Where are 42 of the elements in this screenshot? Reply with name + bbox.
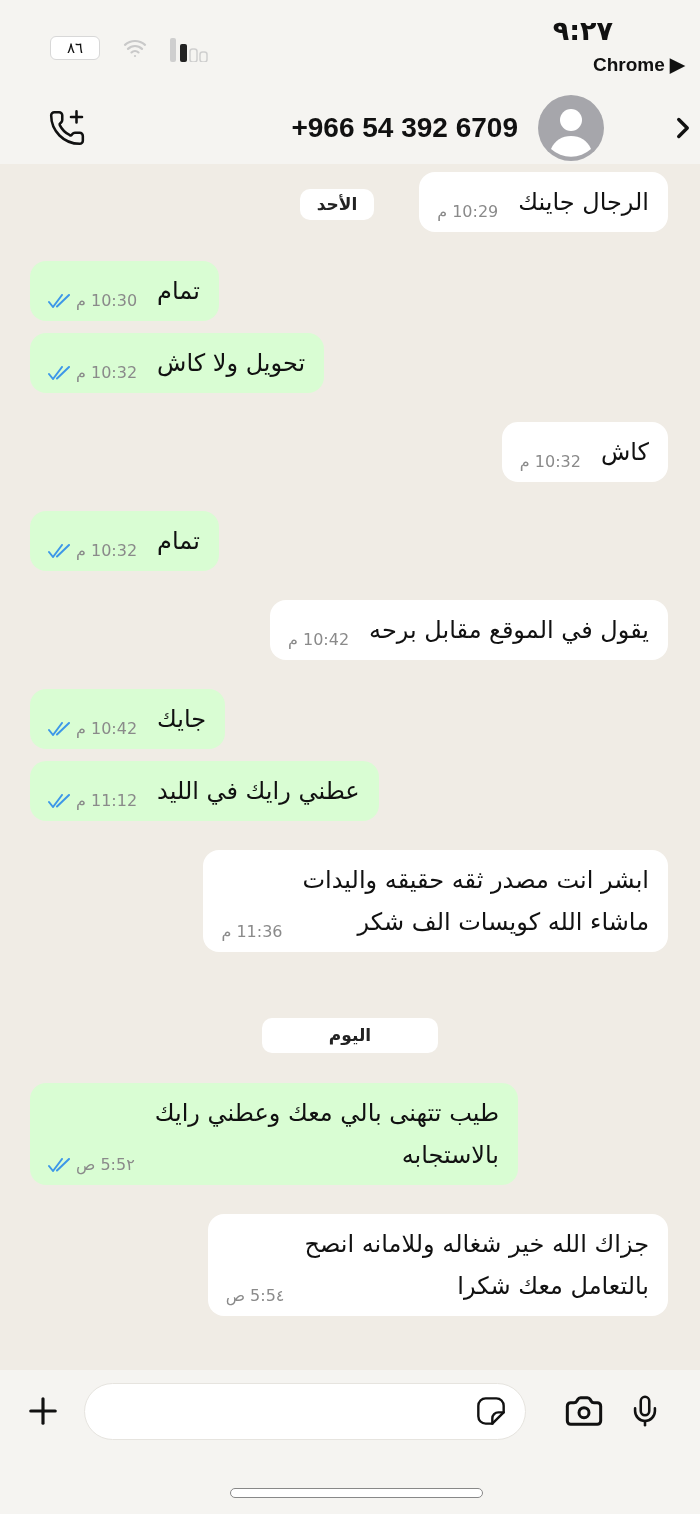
return-app-link[interactable]: Chrome ▶ bbox=[592, 54, 685, 76]
message-bubble[interactable]: عطني رايك في الليد 11:12 م bbox=[30, 761, 379, 821]
date-chip: الأحد bbox=[300, 189, 374, 220]
message-time: 5:5٤ ص bbox=[225, 1286, 285, 1306]
message-text: عطني رايك في الليد bbox=[157, 776, 360, 807]
sticker-icon[interactable] bbox=[475, 1395, 507, 1427]
message-bubble[interactable]: يقول في الموقع مقابل برحه 10:42 م bbox=[269, 600, 668, 660]
message-time: 10:32 م bbox=[76, 541, 138, 561]
message-text: طيب تتهنى بالي معك وعطني رايك بالاستجابه bbox=[154, 1098, 500, 1171]
message-text: ابشر انت مصدر ثقه حقيقه واليدات ماشاء الله كويسات الف شكر bbox=[302, 865, 649, 938]
signal-bars-icon bbox=[170, 38, 208, 62]
message-bubble[interactable]: جزاك الله خير شغاله وللامانه انصح بالتعامل معك شكرا 5:5٤ ص bbox=[207, 1214, 668, 1316]
message-bubble[interactable]: تحويل ولا كاش 10:32 م bbox=[30, 333, 325, 393]
message-time: 11:12 م bbox=[76, 791, 138, 811]
message-time: 5:5٢ ص bbox=[76, 1155, 135, 1175]
message-text: جزاك الله خير شغاله وللامانه انصح بالتعامل معك شكرا bbox=[304, 1229, 649, 1302]
message-time: 10:29 م bbox=[437, 202, 499, 222]
message-time: 10:32 م bbox=[76, 363, 138, 383]
battery-indicator: ٨٦ bbox=[50, 36, 100, 60]
contact-name[interactable]: +966 54 392 6709 bbox=[291, 107, 518, 149]
message-bubble[interactable]: الرجال جاينك 10:29 م bbox=[419, 172, 668, 232]
message-time: 10:42 م bbox=[76, 719, 138, 739]
message-text: جايك bbox=[157, 704, 207, 735]
message-text: كاش bbox=[600, 437, 649, 468]
status-time: ٩:٢٧ bbox=[552, 14, 613, 48]
message-bubble[interactable]: ابشر انت مصدر ثقه حقيقه واليدات ماشاء الله كويسات الف شكر 11:36 م bbox=[203, 850, 668, 952]
message-bubble[interactable]: تمام 10:32 م bbox=[30, 511, 219, 571]
message-bubble[interactable]: طيب تتهنى بالي معك وعطني رايك بالاستجابه 5:5٢ ص bbox=[30, 1083, 519, 1185]
message-time: 10:42 م bbox=[287, 630, 350, 650]
message-time: 10:30 م bbox=[76, 291, 138, 311]
message-time: 11:36 م bbox=[221, 922, 283, 942]
message-bubble[interactable]: تمام 10:30 م bbox=[30, 261, 219, 321]
add-call-icon[interactable] bbox=[48, 109, 86, 147]
message-text: الرجال جاينك bbox=[518, 187, 649, 218]
message-text: تمام bbox=[157, 276, 200, 307]
message-bubble[interactable]: كاش 10:32 م bbox=[501, 422, 668, 482]
message-text: يقول في الموقع مقابل برحه bbox=[369, 615, 649, 646]
message-text: تحويل ولا كاش bbox=[157, 348, 306, 379]
message-time: 10:32 م bbox=[519, 452, 581, 472]
message-bubble[interactable]: جايك 10:42 م bbox=[30, 689, 226, 749]
date-chip: اليوم bbox=[262, 1018, 438, 1053]
message-text: تمام bbox=[157, 526, 200, 557]
